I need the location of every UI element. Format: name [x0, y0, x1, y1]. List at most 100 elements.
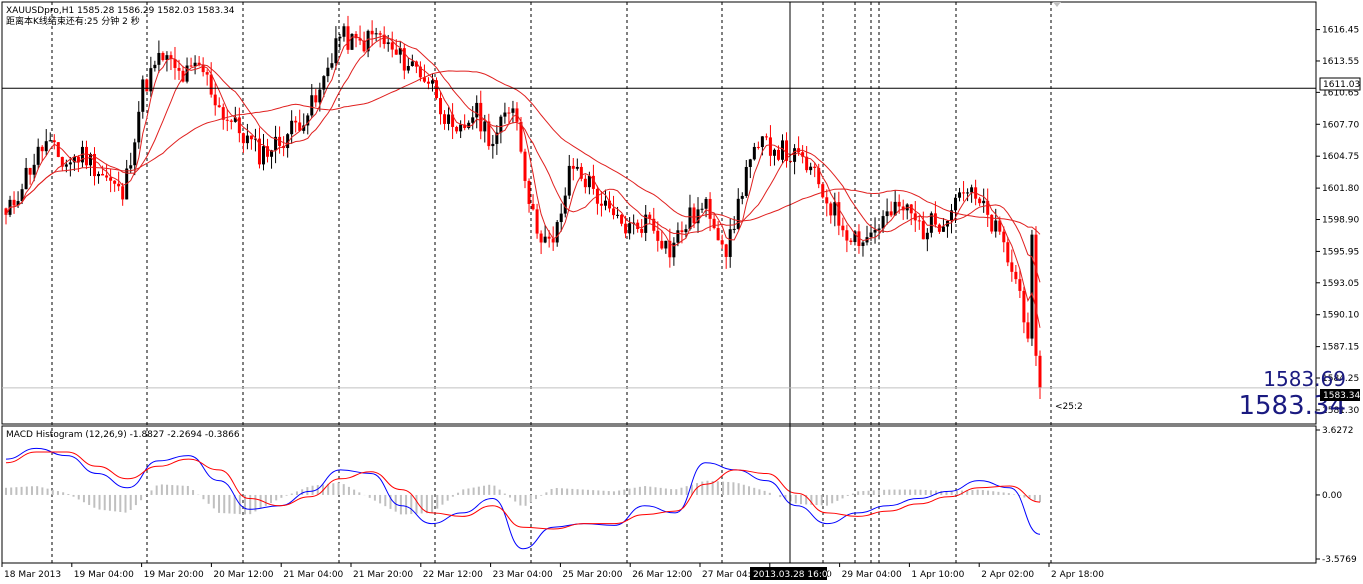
candle-body [32, 164, 36, 175]
x-tick-label: 23 Mar 04:00 [493, 570, 553, 580]
candle-body [776, 149, 780, 160]
candle-body [386, 42, 390, 45]
candle-body [113, 180, 117, 184]
candle-body [209, 74, 213, 95]
candle-body [1022, 290, 1026, 323]
x-tick-label: 21 Mar 04:00 [283, 570, 343, 580]
candle-body [877, 228, 881, 230]
candle-body [684, 229, 688, 233]
candle-body [374, 33, 378, 35]
candle-body [680, 230, 684, 233]
candle-body [394, 49, 398, 55]
candle-body [205, 72, 209, 75]
candle-body [370, 30, 374, 35]
candle-body [821, 184, 825, 198]
x-tick-label: 20 Mar 12:00 [213, 570, 273, 580]
candle-body [145, 79, 149, 92]
y-tick-label: 1601.80 [1322, 184, 1359, 194]
candle-body [712, 218, 716, 229]
candle-body [724, 244, 728, 257]
macd-main-line [5, 447, 1041, 550]
candle-body [575, 166, 579, 169]
bid-price-large: 1583.69 [1263, 367, 1346, 391]
macd-y-tick-label: 3.6272 [1322, 426, 1354, 436]
candle-body [406, 66, 410, 71]
candle-body [660, 240, 664, 249]
candle-body [523, 151, 527, 181]
candle-body [426, 81, 430, 84]
candle-body [24, 167, 28, 190]
candle-body [44, 141, 48, 152]
macd-y-tick-label: 0.00 [1322, 491, 1342, 501]
candle-body [954, 197, 958, 211]
chart-canvas[interactable]: 18 Mar 2013 19 Mar 04:00 19 Mar 20:00 20 Ma… [0, 0, 1363, 584]
candle-body [873, 229, 877, 233]
candle-body [314, 95, 318, 103]
candle-body [813, 166, 817, 168]
candle-body [925, 232, 929, 240]
y-tick-label: 1593.05 [1322, 279, 1359, 289]
macd-pane-border [1, 425, 1317, 564]
candle-body [40, 146, 44, 152]
candle-body [1030, 234, 1034, 339]
candle-body [56, 142, 60, 157]
candle-body [1002, 231, 1006, 243]
candle-body [12, 199, 16, 206]
x-tick-label: 2 Apr 02:00 [981, 570, 1034, 580]
candle-body [105, 175, 109, 178]
x-tick-label: 22 Mar 12:00 [423, 570, 483, 580]
candle-body [161, 52, 165, 61]
y-tick-label: 1595.95 [1322, 247, 1359, 257]
candle-body [970, 187, 974, 193]
candle-body [599, 203, 603, 206]
candle-body [455, 126, 459, 132]
candle-body [157, 52, 161, 65]
x-tick-label: 18 Mar 2013 [4, 570, 61, 580]
candle-body [342, 26, 346, 37]
price-candles [4, 15, 1042, 399]
candle-body [294, 120, 298, 123]
candle-body [121, 186, 125, 200]
candle-body [117, 183, 121, 187]
candle-body [897, 201, 901, 207]
macd-indicator [5, 447, 1041, 550]
candle-body [229, 120, 233, 122]
chart-window[interactable]: 18 Mar 2013 19 Mar 04:00 19 Mar 20:00 20 Ma… [0, 0, 1363, 584]
candle-body [1006, 242, 1010, 263]
candle-body [833, 202, 837, 216]
candle-body [48, 140, 52, 142]
candle-body [829, 203, 833, 216]
candle-body [1026, 322, 1030, 339]
candle-body [350, 33, 354, 50]
candle-body [261, 146, 265, 165]
x-tick-label: 19 Mar 20:00 [144, 570, 204, 580]
x-tick-label: 2 Apr 18:00 [1051, 570, 1104, 580]
candle-body [1034, 234, 1038, 356]
candle-body [603, 200, 607, 206]
candle-body [330, 63, 334, 68]
candle-body [217, 105, 221, 108]
candle-body [982, 200, 986, 204]
candle-body [1014, 271, 1018, 280]
candle-body [334, 38, 338, 64]
candle-body [535, 209, 539, 234]
candle-body [483, 121, 487, 132]
candle-body [716, 228, 720, 241]
candle-body [511, 108, 515, 113]
candle-body [704, 198, 708, 209]
candle-body [720, 240, 724, 245]
candle-body [889, 211, 893, 216]
candle-body [740, 195, 744, 199]
symbol-info: XAUUSDpro,H1 1585.28 1586.29 1582.03 158… [6, 6, 235, 16]
countdown-note: 距离本K线结束还有:25 分钟 2 秒 [6, 15, 140, 27]
y-tick-label: 1607.70 [1322, 120, 1359, 130]
candle-body [656, 230, 660, 241]
candle-body [688, 207, 692, 230]
candle-body [624, 223, 628, 234]
y-tick-label: 1604.75 [1322, 152, 1359, 162]
candle-body [237, 117, 241, 134]
crosshair-price-tag: 1611.03 [1323, 80, 1360, 90]
x-tick-label: 26 Mar 12:00 [632, 570, 692, 580]
y-tick-label: 1590.10 [1322, 311, 1359, 321]
moving-average-lines [5, 34, 1041, 328]
